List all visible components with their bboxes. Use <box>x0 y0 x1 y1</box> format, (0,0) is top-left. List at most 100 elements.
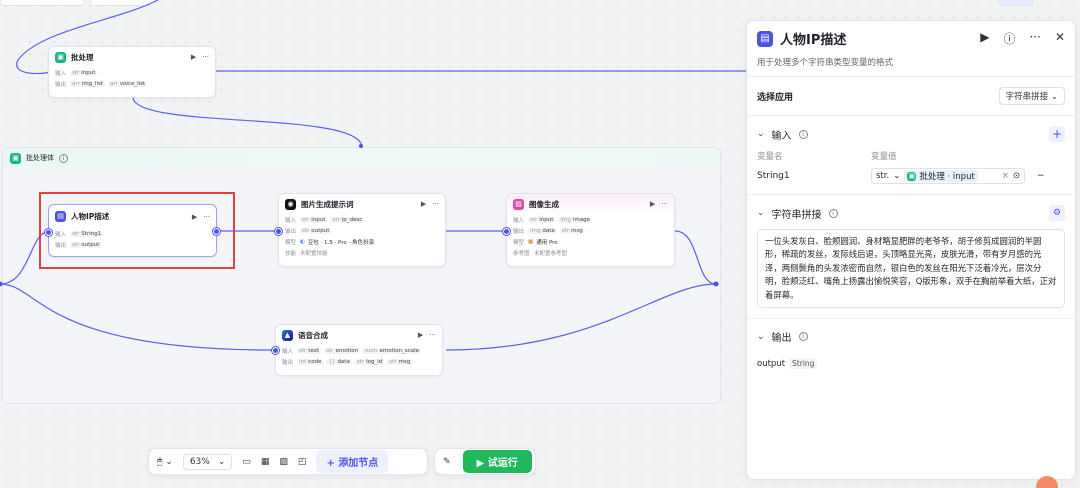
wire <box>674 230 717 285</box>
col-name-header: 变量名 <box>757 152 783 162</box>
param-tag: input <box>539 216 554 223</box>
chevron-down-icon[interactable]: ⌄ <box>757 332 765 342</box>
output-label: 输出 <box>55 81 67 88</box>
more-icon[interactable]: ··· <box>1029 30 1040 47</box>
batch-icon: ▣ <box>907 171 917 181</box>
chevron-down-icon[interactable]: ⌄ <box>757 129 765 139</box>
param-tag: input <box>311 216 326 223</box>
tts-node[interactable]: ▲ 语音合成 ▶ ··· 输入 str text str emotion num emo… <box>272 324 443 376</box>
model-icon: ◐ <box>300 238 305 245</box>
concat-section: ⌄ 字符串拼接 i ⚙ 一位头发灰白、脸颊圆润、身材略显肥胖的老爷爷，胡子修剪成圆润… <box>747 195 1075 320</box>
debug-icon[interactable]: ✎ <box>443 457 451 467</box>
minimap-icon[interactable]: ◰ <box>298 457 307 467</box>
run-toolbar: ✎ ▶ 试运行 <box>434 448 536 475</box>
panel-title[interactable]: 人物IP描述 <box>780 29 973 48</box>
app-select[interactable]: 字符串拼接 ⌄ <box>998 87 1065 105</box>
variable-ref: 批处理 · input <box>919 172 975 182</box>
settings-icon[interactable]: ⚙ <box>1049 205 1065 221</box>
col-value-header: 变量值 <box>871 152 897 162</box>
node-title: 批处理 <box>71 52 94 62</box>
variable-value-field[interactable]: str. ⌄ ▣ 批处理 · input × ⊙ <box>871 168 1025 184</box>
param-tag: data <box>337 358 350 365</box>
param-tag: log_id <box>366 358 383 365</box>
target-icon[interactable]: ⊙ <box>1013 171 1020 181</box>
input-label: 输入 <box>55 70 67 77</box>
output-name: output <box>757 358 786 369</box>
param-tag: ip_desc <box>341 216 363 223</box>
output-section: ⌄ 输出 i output String <box>747 319 1075 379</box>
llm-icon: ◉ <box>285 198 296 210</box>
info-icon[interactable]: i <box>798 332 808 342</box>
model-label: 模型 <box>513 239 525 246</box>
app-select-section: 选择应用 字符串拼接 ⌄ <box>747 77 1075 116</box>
bottom-toolbar: 🖱︎ ⌄ 63% ⌄ ▭ ▦ ▨ ◰ + 添加节点 <box>148 448 428 475</box>
node-config-panel: ▤ 人物IP描述 ▶ ⓘ ··· ✕ 用于处理多个字符串类型变量的格式 选择应用… <box>746 20 1076 480</box>
more-icon[interactable]: ··· <box>661 200 668 208</box>
section-title: 输入 <box>771 130 792 142</box>
info-icon[interactable]: i <box>828 208 838 218</box>
model-value: 豆包 · 1.5 · Pro · 角色扮演 <box>307 239 375 246</box>
input-section: ⌄ 输入 i + 变量名 变量值 String1 str. ⌄ ▣ 批处理 · inpu… <box>747 116 1075 195</box>
chevron-down-icon: ⌄ <box>217 456 226 467</box>
panel-description[interactable]: 用于处理多个字符串类型变量的格式 <box>747 48 1075 77</box>
add-input-button[interactable]: + <box>1049 126 1065 142</box>
chevron-down-icon: ⌄ <box>893 171 901 181</box>
help-icon[interactable]: ⓘ <box>1003 30 1015 47</box>
param-tag: img_list <box>81 80 104 87</box>
more-icon[interactable]: ··· <box>429 331 436 339</box>
batch-node[interactable]: ▣ 批处理 ▶ ··· 输入 str input 输出 arr img_list ar… <box>48 46 216 98</box>
info-icon[interactable]: i <box>798 129 808 139</box>
remove-variable-button[interactable]: − <box>1037 171 1045 181</box>
section-title: 输出 <box>771 333 792 345</box>
model-value: 通用 Pro <box>536 239 558 246</box>
input-port[interactable] <box>503 228 510 235</box>
selection-highlight <box>39 192 235 269</box>
param-tag: image <box>572 216 590 223</box>
more-icon[interactable]: ··· <box>202 53 209 61</box>
input-label: 输入 <box>513 217 525 224</box>
run-icon[interactable]: ▶ <box>191 53 196 61</box>
input-port[interactable] <box>272 347 279 354</box>
param-tag: input <box>81 69 96 76</box>
param-tag: code <box>308 358 322 365</box>
output-label: 输出 <box>282 359 294 366</box>
image-prompt-node[interactable]: ◉ 图片生成提示词 ▶ ··· 输入 str input str ip_desc 输出… <box>275 193 446 267</box>
type-select[interactable]: str. <box>876 171 889 181</box>
image-gen-node[interactable]: ▨ 图像生成 ▶ ··· 输入 str input img image 输出 img d… <box>503 193 675 267</box>
close-icon[interactable]: ✕ <box>1055 30 1065 47</box>
select-app-label: 选择应用 <box>757 92 794 103</box>
layout-icon[interactable]: ▦ <box>261 457 270 467</box>
run-icon[interactable]: ▶ <box>650 200 655 208</box>
wire <box>445 283 717 351</box>
variable-name-field[interactable]: String1 <box>757 171 871 181</box>
zoom-value: 63% <box>189 456 210 467</box>
run-icon[interactable]: ▶ <box>418 331 423 339</box>
concat-textarea[interactable]: 一位头发灰白、脸颊圆润、身材略显肥胖的老爷爷，胡子修剪成圆润的半圆形，稀疏的发丝… <box>757 229 1065 309</box>
chevron-down-icon[interactable]: ⌄ <box>757 208 765 218</box>
clear-icon[interactable]: × <box>1002 171 1009 181</box>
ref-value: 未配置参考图 <box>534 250 568 257</box>
mouse-mode-icon[interactable]: 🖱︎ ⌄ <box>157 457 173 467</box>
image-icon[interactable]: ▨ <box>279 457 288 467</box>
param-tag: voice_list <box>119 80 146 87</box>
output-label: 输出 <box>513 228 525 235</box>
output-label: 输出 <box>285 228 297 235</box>
add-node-button[interactable]: + 添加节点 <box>316 450 389 473</box>
node-title: 语音合成 <box>298 330 328 340</box>
zoom-select[interactable]: 63% ⌄ <box>182 453 233 470</box>
comment-icon[interactable]: ▭ <box>242 457 251 467</box>
node-title: 图像生成 <box>529 199 559 209</box>
param-tag: emotion_scale <box>379 347 420 354</box>
param-tag: emotion <box>335 347 359 354</box>
input-port[interactable] <box>275 228 282 235</box>
input-label: 输入 <box>285 217 297 224</box>
run-icon[interactable]: ▶ <box>980 30 989 47</box>
param-tag: text <box>308 347 320 354</box>
wire <box>132 96 363 148</box>
param-tag: msg <box>398 358 411 365</box>
more-icon[interactable]: ··· <box>432 200 439 208</box>
run-icon[interactable]: ▶ <box>421 200 426 208</box>
variable-row: String1 str. ⌄ ▣ 批处理 · input × ⊙ − <box>757 168 1065 184</box>
skill-label: 技能 <box>285 250 297 257</box>
test-run-button[interactable]: ▶ 试运行 <box>462 450 532 473</box>
